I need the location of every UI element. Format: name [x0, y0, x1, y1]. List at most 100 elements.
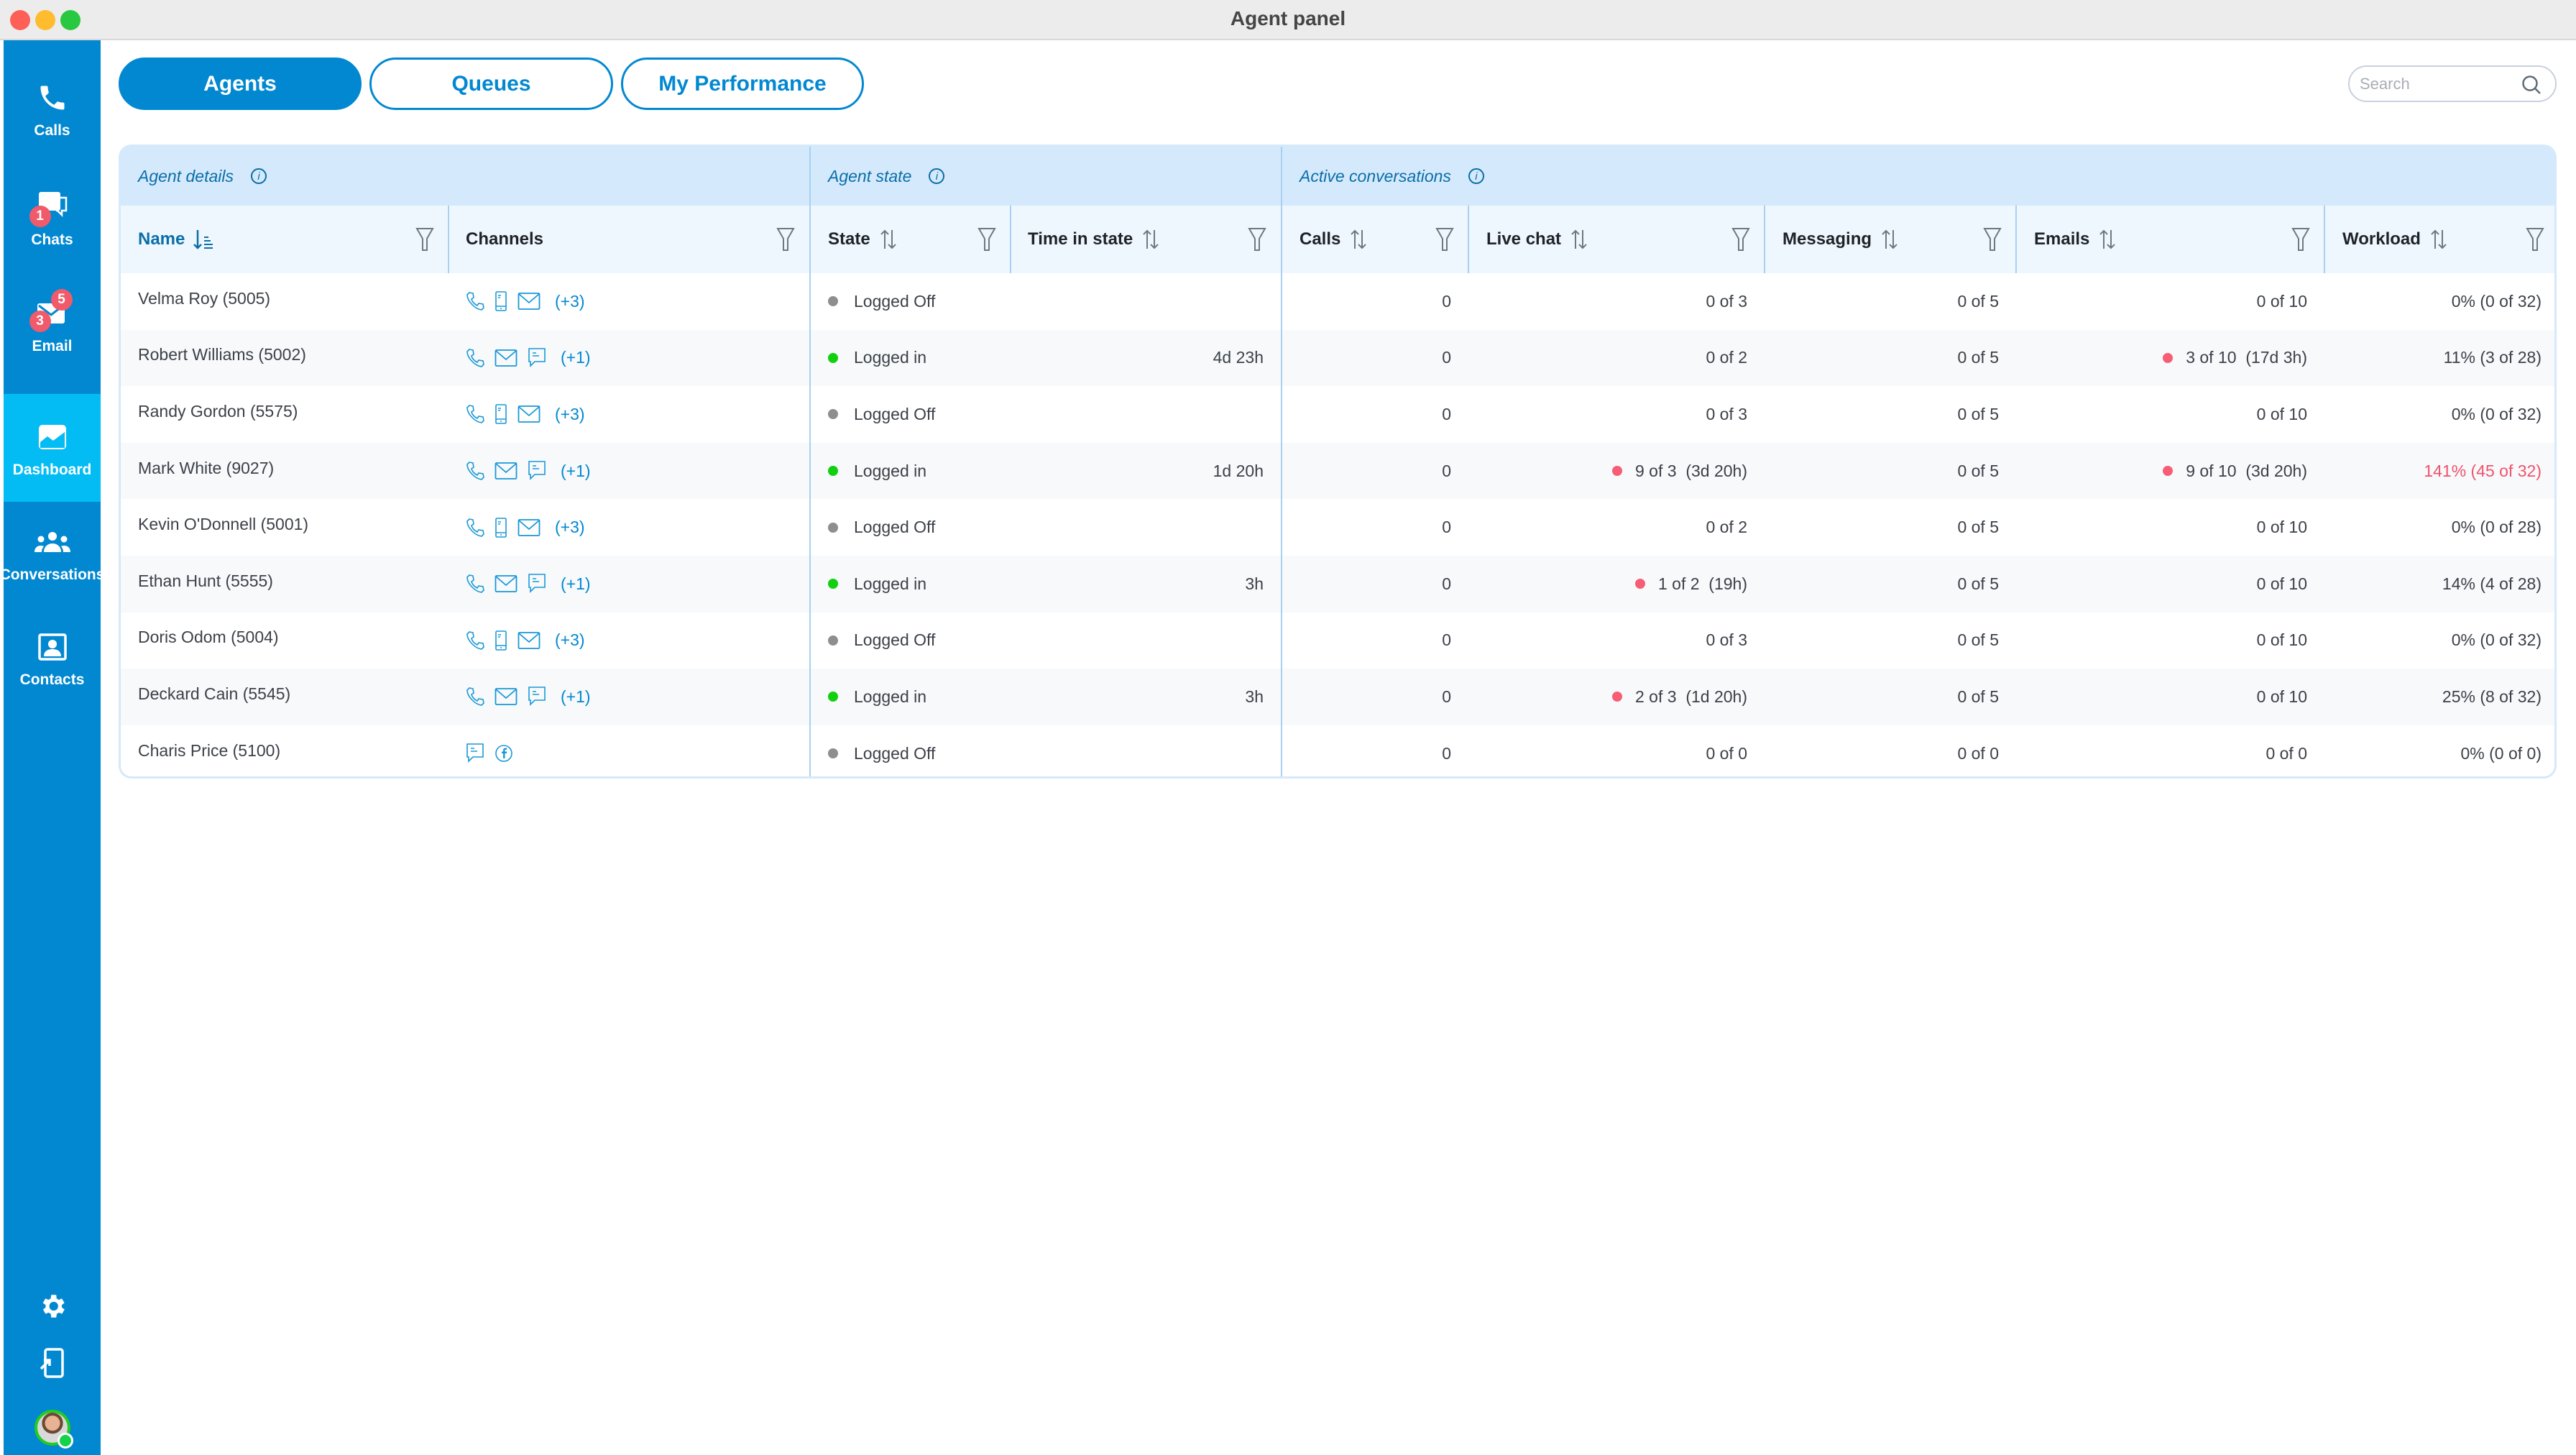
more-channels-link[interactable]: (+3)	[555, 405, 585, 424]
table-row[interactable]: Deckard Cain (5545) (+1) Logged in 3h 0 2 of …	[121, 669, 2554, 725]
group-divider	[1281, 147, 1282, 776]
column-header-label: Time in state	[1028, 229, 1133, 249]
live-chat-value: 0 of 2	[1706, 518, 1747, 537]
phone-channel-icon	[466, 574, 484, 594]
user-avatar-button[interactable]	[4, 1410, 101, 1449]
column-header-calls[interactable]: Calls	[1282, 206, 1468, 273]
more-channels-link[interactable]: (+3)	[555, 630, 585, 650]
live-chat-cell: 0 of 2	[1469, 330, 1765, 387]
live-chat-cell: 9 of 3 (3d 20h)	[1469, 443, 1765, 500]
sort-icon[interactable]	[1880, 229, 1899, 250]
column-header-label: Messaging	[1782, 229, 1872, 249]
emails-cell: 3 of 10 (17d 3h)	[2017, 330, 2324, 387]
calls-cell: 0	[1282, 556, 1468, 612]
column-divider	[448, 206, 449, 273]
sidebar-item-label: Calls	[34, 122, 70, 139]
sort-icon[interactable]	[879, 229, 898, 250]
sort-icon[interactable]	[1570, 229, 1588, 250]
agents-table: Agent details i Agent state i Active con…	[119, 144, 2557, 779]
workload-value: 141% (45 of 32)	[2424, 461, 2542, 480]
more-channels-link[interactable]: (+1)	[561, 462, 591, 481]
info-icon[interactable]: i	[250, 168, 267, 184]
column-header-livechat[interactable]: Live chat	[1469, 206, 1765, 273]
filter-icon[interactable]	[2291, 227, 2310, 257]
settings-button[interactable]	[4, 1291, 101, 1325]
search-input[interactable]	[2360, 74, 2518, 93]
sidebar-item-conversations[interactable]: Conversations	[0, 499, 104, 607]
messaging-cell: 0 of 5	[1765, 443, 2016, 500]
column-header-workload[interactable]: Workload	[2325, 206, 2554, 273]
more-channels-link[interactable]: (+1)	[561, 687, 591, 707]
email-channel-icon	[518, 518, 540, 537]
messaging-value: 0 of 5	[1957, 291, 1999, 311]
channels-cell: (+3)	[448, 499, 809, 556]
table-row[interactable]: Charis Price (5100) Logged Off 0 0 of 0 0 of…	[121, 725, 2554, 776]
filter-icon[interactable]	[978, 227, 996, 257]
info-icon[interactable]: i	[929, 168, 945, 184]
alert-dot	[1612, 692, 1622, 702]
time-in-state-cell	[1011, 725, 1281, 776]
tab-queues[interactable]: Queues	[369, 58, 613, 110]
column-header-row: Name Channels State Time in state Calls Live …	[121, 206, 2554, 273]
sidebar-item-calls[interactable]: Calls	[4, 55, 101, 162]
sidebar-item-dashboard[interactable]: Dashboard	[4, 394, 101, 502]
calls-value: 0	[1442, 348, 1451, 367]
mobile-channel-icon	[494, 404, 507, 425]
more-channels-link[interactable]: (+3)	[555, 518, 585, 537]
filter-icon[interactable]	[1983, 227, 2002, 257]
phone-channel-icon	[466, 630, 484, 651]
more-channels-link[interactable]: (+3)	[555, 292, 585, 311]
emails-cell: 0 of 10	[2017, 386, 2324, 443]
channels-cell: (+1)	[448, 669, 809, 725]
table-row[interactable]: Robert Williams (5002) (+1) Logged in 4d 23…	[121, 329, 2554, 387]
sort-ascending-icon[interactable]	[193, 229, 213, 250]
agent-state: Logged Off	[854, 291, 936, 311]
column-header-name[interactable]: Name	[121, 206, 448, 273]
sort-icon[interactable]	[2429, 229, 2448, 250]
sort-icon[interactable]	[2098, 229, 2117, 250]
sidebar-item-contacts[interactable]: Contacts	[4, 604, 101, 712]
filter-icon[interactable]	[2526, 227, 2544, 257]
messaging-value: 0 of 0	[1957, 743, 1999, 763]
table-row[interactable]: Kevin O'Donnell (5001) (+3) Logged Off 0 0 o…	[121, 499, 2554, 556]
column-divider	[1010, 206, 1011, 273]
column-header-state[interactable]: State	[811, 206, 1011, 273]
agent-state: Logged Off	[854, 743, 936, 763]
calls-cell: 0	[1282, 669, 1468, 725]
table-row[interactable]: Doris Odom (5004) (+3) Logged Off 0 0 of 3 0 …	[121, 612, 2554, 669]
filter-icon[interactable]	[1248, 227, 1266, 257]
messaging-value: 0 of 5	[1957, 404, 1999, 423]
filter-icon[interactable]	[1435, 227, 1454, 257]
state-cell: Logged Off	[811, 273, 1011, 330]
more-channels-link[interactable]: (+1)	[561, 348, 591, 367]
mobile-login-button[interactable]	[4, 1347, 101, 1382]
workload-cell: 14% (4 of 28)	[2325, 556, 2554, 612]
tab-agents[interactable]: Agents	[119, 58, 362, 110]
sort-icon[interactable]	[1141, 229, 1160, 250]
filter-icon[interactable]	[415, 227, 434, 257]
filter-icon[interactable]	[1731, 227, 1750, 257]
sidebar-item-chats[interactable]: 1 Chats	[4, 164, 101, 272]
time-in-state: 3h	[1245, 687, 1264, 706]
more-channels-link[interactable]: (+1)	[561, 574, 591, 594]
filter-icon[interactable]	[776, 227, 795, 257]
status-online-dot	[828, 692, 838, 702]
group-label: Agent state	[828, 166, 912, 185]
sort-icon[interactable]	[1349, 229, 1368, 250]
chat-channel-icon	[528, 686, 546, 707]
column-header-messaging[interactable]: Messaging	[1765, 206, 2016, 273]
workload-value: 0% (0 of 32)	[2451, 630, 2542, 650]
time-in-state-cell	[1011, 386, 1281, 443]
table-row[interactable]: Randy Gordon (5575) (+3) Logged Off 0 0 of 3…	[121, 386, 2554, 443]
table-row[interactable]: Ethan Hunt (5555) (+1) Logged in 3h 0 1 of 2 …	[121, 556, 2554, 612]
info-icon[interactable]: i	[1468, 168, 1484, 184]
column-header-emails[interactable]: Emails	[2017, 206, 2324, 273]
column-header-channels[interactable]: Channels	[448, 206, 809, 273]
search-icon[interactable]	[2521, 74, 2542, 99]
emails-value: 9 of 10 (3d 20h)	[2186, 461, 2307, 480]
table-row[interactable]: Velma Roy (5005) (+3) Logged Off 0 0 of 3 0 o…	[121, 273, 2554, 330]
tab-my-performance[interactable]: My Performance	[621, 58, 864, 110]
sidebar-item-email[interactable]: 5 3 Email	[4, 270, 101, 378]
table-row[interactable]: Mark White (9027) (+1) Logged in 1d 20h 0 9 o…	[121, 442, 2554, 500]
column-header-time[interactable]: Time in state	[1011, 206, 1281, 273]
